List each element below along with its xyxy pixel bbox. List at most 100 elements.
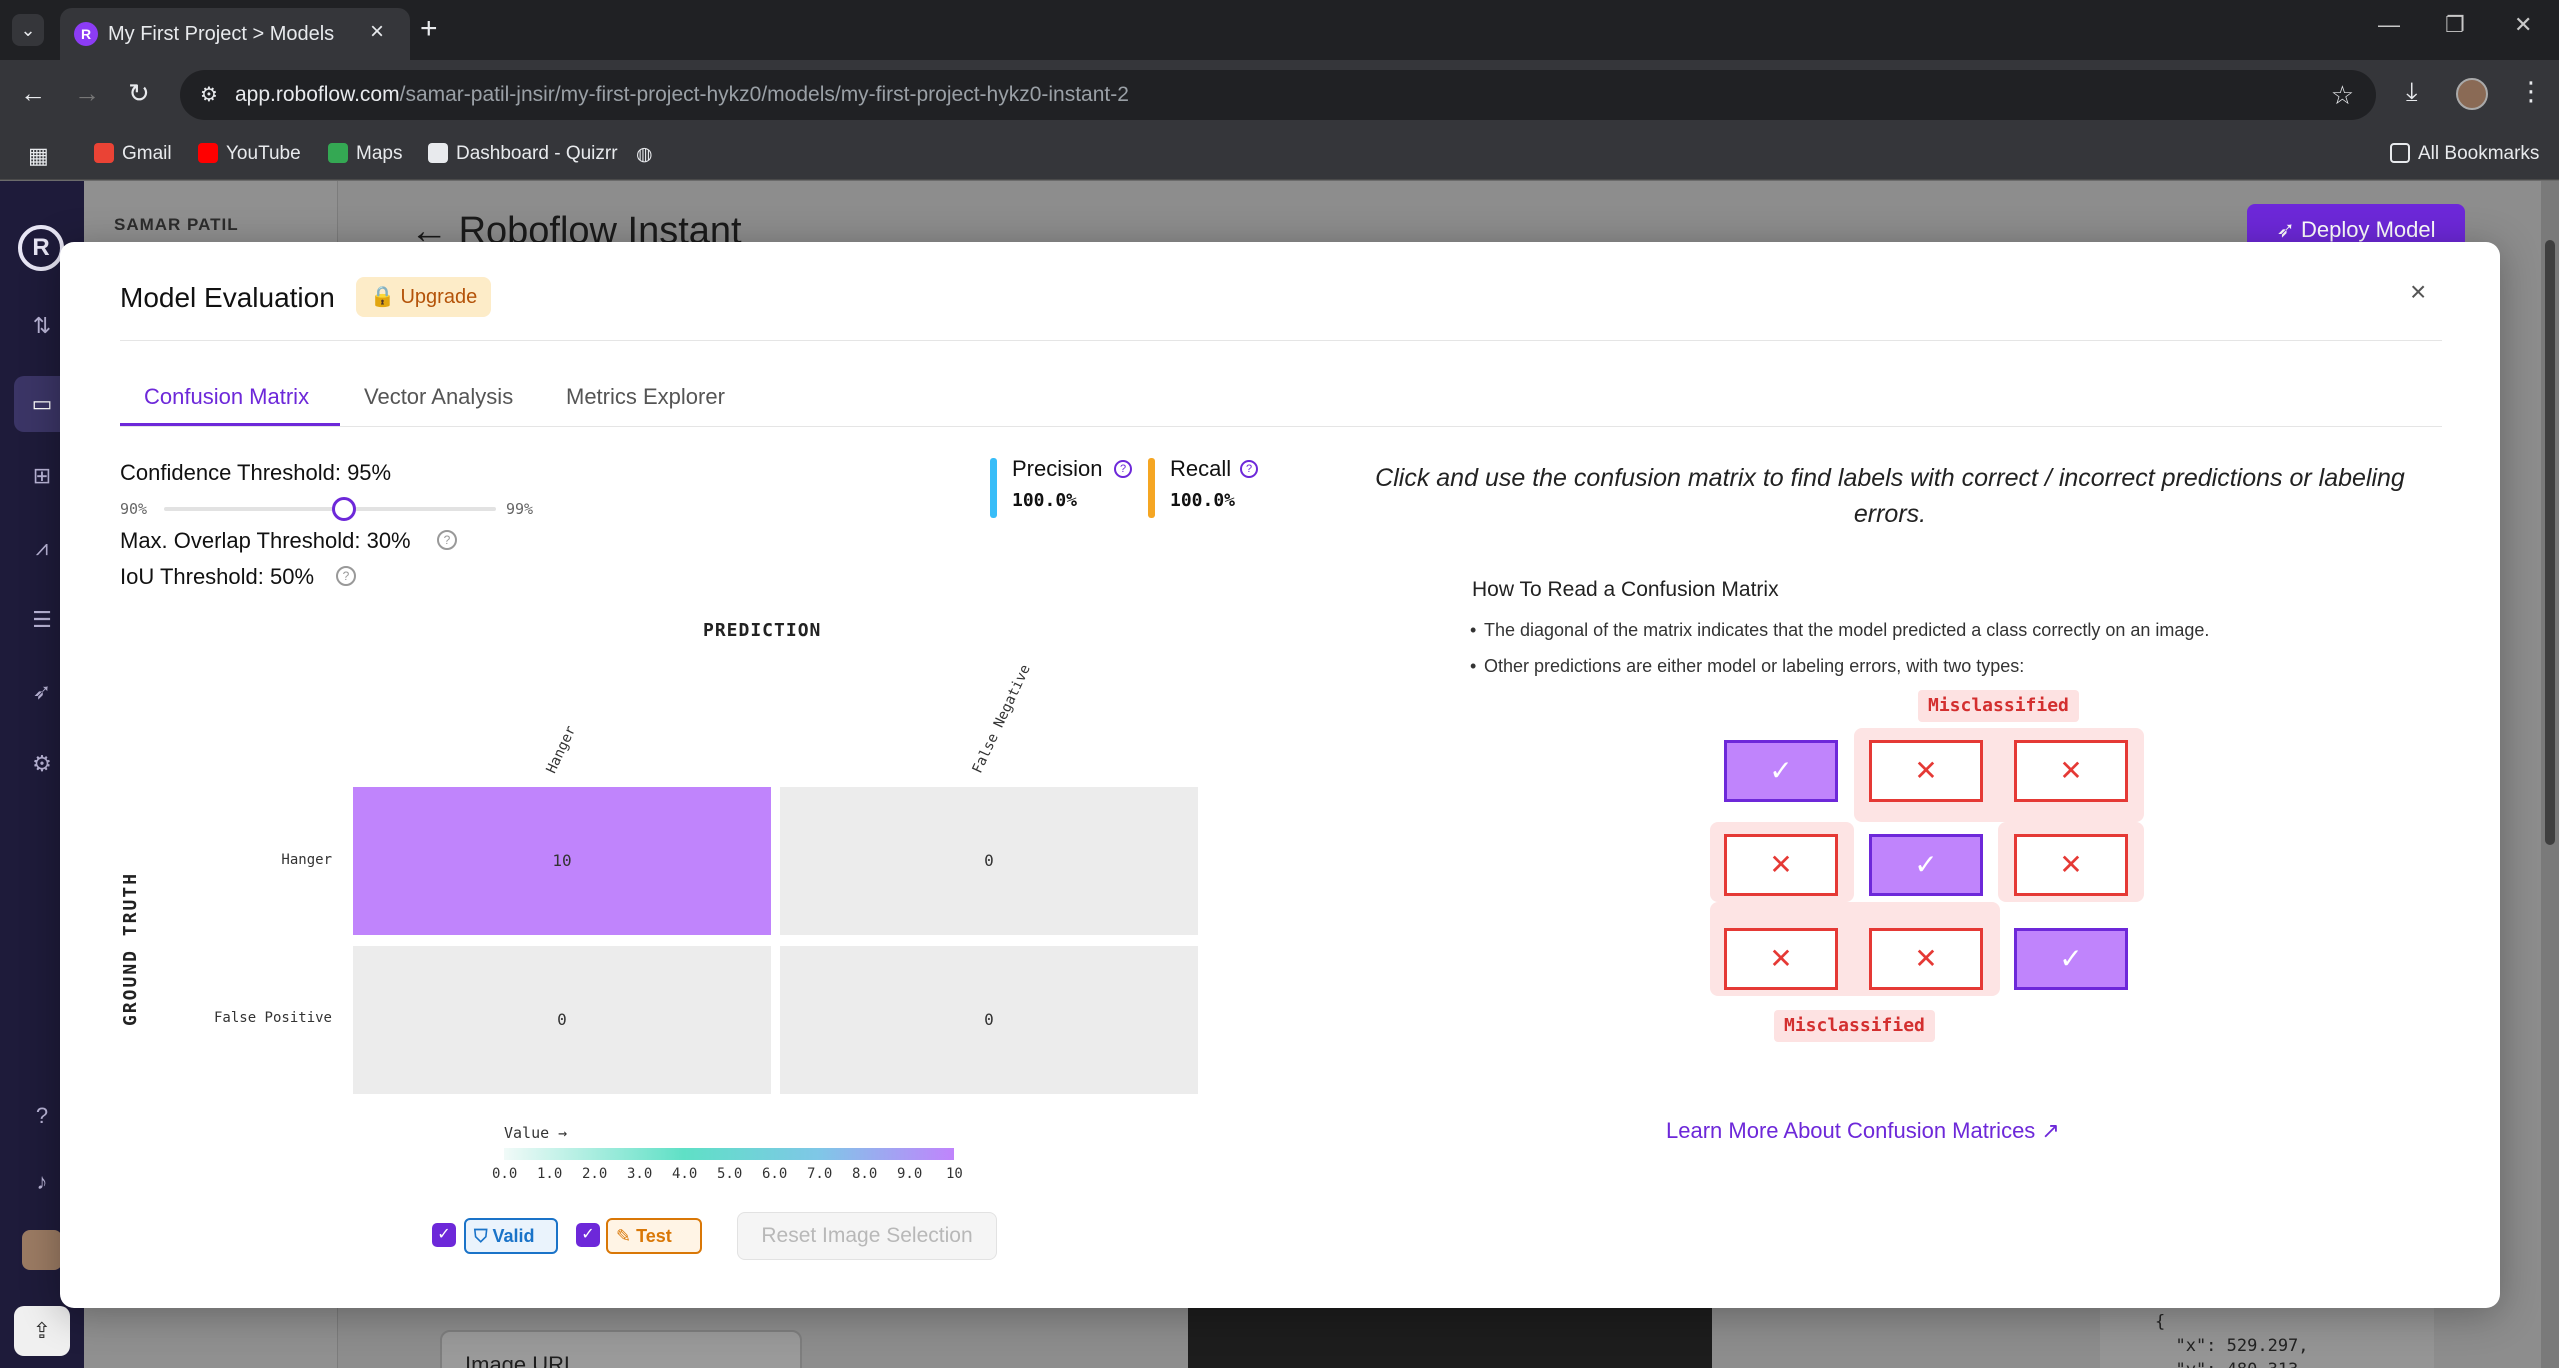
prediction-axis-title: PREDICTION xyxy=(703,620,822,641)
x-icon: ✕ xyxy=(1869,928,1983,990)
iou-help-icon[interactable]: ? xyxy=(336,566,356,586)
model-evaluation-modal: Model Evaluation 🔒 Upgrade × Confusion M… xyxy=(60,242,2500,1308)
color-scale-bar xyxy=(504,1148,954,1160)
scrollbar-thumb[interactable] xyxy=(2545,240,2555,845)
globe-icon[interactable]: ◍ xyxy=(636,143,653,166)
legend-tick: 0.0 xyxy=(492,1166,518,1182)
forward-arrow-icon[interactable]: → xyxy=(74,78,100,109)
matrix-cell-false-positive-false-negative[interactable]: 0 xyxy=(780,946,1198,1094)
new-tab-button[interactable]: + xyxy=(420,12,438,46)
tab-vector-analysis[interactable]: Vector Analysis xyxy=(364,384,513,410)
maps-icon xyxy=(328,143,348,163)
howto-item: Other predictions are either model or la… xyxy=(1470,656,2024,677)
header-divider xyxy=(120,340,2442,341)
window-close-icon[interactable]: ✕ xyxy=(2514,12,2532,38)
misclassified-label-bottom: Misclassified xyxy=(1774,1010,1935,1042)
pencil-icon: ✎ xyxy=(616,1226,632,1246)
overlap-threshold-label: Max. Overlap Threshold: 30% xyxy=(120,528,411,553)
tab-search-button[interactable]: ⌄ xyxy=(12,14,44,46)
recall-help-icon[interactable]: ? xyxy=(1240,460,1258,478)
precision-help-icon[interactable]: ? xyxy=(1114,460,1132,478)
howto-item: The diagonal of the matrix indicates tha… xyxy=(1470,620,2209,641)
reload-icon[interactable]: ↻ xyxy=(128,78,150,109)
legend-tick: 9.0 xyxy=(897,1166,923,1182)
check-icon: ✓ xyxy=(2014,928,2128,990)
help-icon[interactable]: ? xyxy=(26,1100,58,1132)
overlap-help-icon[interactable]: ? xyxy=(437,530,457,550)
confusion-matrix-diagram: Misclassified Misclassified ✓ ✕ ✕ ✕ ✓ ✕ … xyxy=(1640,690,2160,1082)
deployments-icon[interactable]: ☰ xyxy=(26,604,58,636)
tab-confusion-matrix[interactable]: Confusion Matrix xyxy=(144,384,309,410)
profile-avatar[interactable] xyxy=(2456,78,2488,110)
tabs-divider xyxy=(120,426,2442,427)
workflow-icon[interactable]: ⊞ xyxy=(26,460,58,492)
precision-label: Precision xyxy=(1012,456,1103,481)
browser-toolbar: ← → ↻ ⚙ app.roboflow.com/samar-patil-jns… xyxy=(0,60,2559,130)
howto-title: How To Read a Confusion Matrix xyxy=(1472,578,1779,601)
x-icon: ✕ xyxy=(1869,740,1983,802)
sort-arrows-icon[interactable]: ⇅ xyxy=(26,310,58,342)
reset-image-selection-button[interactable]: Reset Image Selection xyxy=(737,1212,997,1260)
slider-min-label: 90% xyxy=(120,500,148,518)
bookmark-quizrr[interactable]: Dashboard - Quizrr xyxy=(428,143,618,165)
iou-threshold-label: IoU Threshold: 50% xyxy=(120,564,315,589)
confidence-threshold-label: Confidence Threshold: 95% xyxy=(120,460,392,485)
bookmark-youtube[interactable]: YouTube xyxy=(198,143,301,165)
bookmark-maps[interactable]: Maps xyxy=(328,143,402,165)
valid-checkbox[interactable]: ✓ xyxy=(432,1223,456,1247)
workspace-owner: SAMAR PATIL xyxy=(114,215,239,234)
matrix-cell-hanger-false-negative[interactable]: 0 xyxy=(780,787,1198,935)
back-arrow-icon[interactable]: ← xyxy=(20,78,46,109)
x-icon: ✕ xyxy=(1724,928,1838,990)
modal-close-icon[interactable]: × xyxy=(2410,276,2426,308)
x-icon: ✕ xyxy=(2014,740,2128,802)
matrix-cell-false-positive-hanger[interactable]: 0 xyxy=(353,946,771,1094)
restore-icon[interactable]: ❐ xyxy=(2445,12,2465,38)
site-info-icon[interactable]: ⚙ xyxy=(200,82,218,107)
slider-max-label: 99% xyxy=(506,500,534,518)
x-icon: ✕ xyxy=(1724,834,1838,896)
confidence-slider-thumb[interactable] xyxy=(332,497,356,521)
column-label-false-negative: False Negative xyxy=(969,662,1034,776)
precision-value: 100.0% xyxy=(1012,490,1078,511)
image-url-label: Image URL xyxy=(465,1352,577,1368)
check-icon: ✓ xyxy=(1724,740,1838,802)
url-text: app.roboflow.com/samar-patil-jnsir/my-fi… xyxy=(235,83,1129,106)
recall-color-bar xyxy=(1148,458,1155,518)
matrix-cell-hanger-hanger[interactable]: 10 xyxy=(353,787,771,935)
bookmark-star-icon[interactable]: ☆ xyxy=(2331,80,2354,111)
instructions-text: Click and use the confusion matrix to fi… xyxy=(1375,464,2405,528)
browser-menu-icon[interactable]: ⋮ xyxy=(2518,76,2544,107)
upgrade-badge[interactable]: 🔒 Upgrade xyxy=(356,277,492,317)
minimize-icon[interactable]: — xyxy=(2378,12,2400,38)
address-bar[interactable]: ⚙ app.roboflow.com/samar-patil-jnsir/my-… xyxy=(180,70,2376,120)
all-bookmarks[interactable]: All Bookmarks xyxy=(2390,143,2539,165)
analytics-icon[interactable]: ⩘ xyxy=(26,532,58,564)
bookmark-gmail[interactable]: Gmail xyxy=(94,143,172,165)
row-label-false-positive: False Positive xyxy=(213,1010,332,1026)
modal-title: Model Evaluation xyxy=(120,282,335,313)
legend-tick: 3.0 xyxy=(627,1166,653,1182)
apps-grid-icon[interactable]: ▦ xyxy=(28,143,49,169)
browser-tab-active[interactable]: R My First Project > Models × xyxy=(60,8,410,60)
test-checkbox[interactable]: ✓ xyxy=(576,1223,600,1247)
browser-tab-bar: ⌄ R My First Project > Models × + — ❐ ✕ xyxy=(0,0,2559,60)
settings-gear-icon[interactable]: ⚙ xyxy=(26,748,58,780)
upload-icon[interactable]: ⇪ xyxy=(14,1306,70,1356)
legend-tick: 8.0 xyxy=(852,1166,878,1182)
test-split-chip[interactable]: ✎ Test xyxy=(606,1218,702,1254)
roboflow-logo-icon[interactable]: R xyxy=(18,225,64,271)
download-icon[interactable]: ⤓ xyxy=(2406,76,2418,108)
preview-image xyxy=(1188,1300,1712,1368)
tab-metrics-explorer[interactable]: Metrics Explorer xyxy=(566,384,725,410)
misclassified-label-top: Misclassified xyxy=(1918,690,2079,722)
notification-bell-icon[interactable]: ♪ xyxy=(26,1166,58,1198)
rocket-icon[interactable]: ➶ xyxy=(26,676,58,708)
inbox-icon[interactable]: ▭ xyxy=(26,388,58,420)
legend-tick: 2.0 xyxy=(582,1166,608,1182)
tab-close-icon[interactable]: × xyxy=(370,18,384,46)
confidence-slider-track[interactable] xyxy=(164,507,496,511)
valid-split-chip[interactable]: ⛉ Valid xyxy=(464,1218,558,1254)
learn-more-link[interactable]: Learn More About Confusion Matrices ↗ xyxy=(1666,1118,2060,1144)
user-avatar[interactable] xyxy=(22,1230,62,1270)
